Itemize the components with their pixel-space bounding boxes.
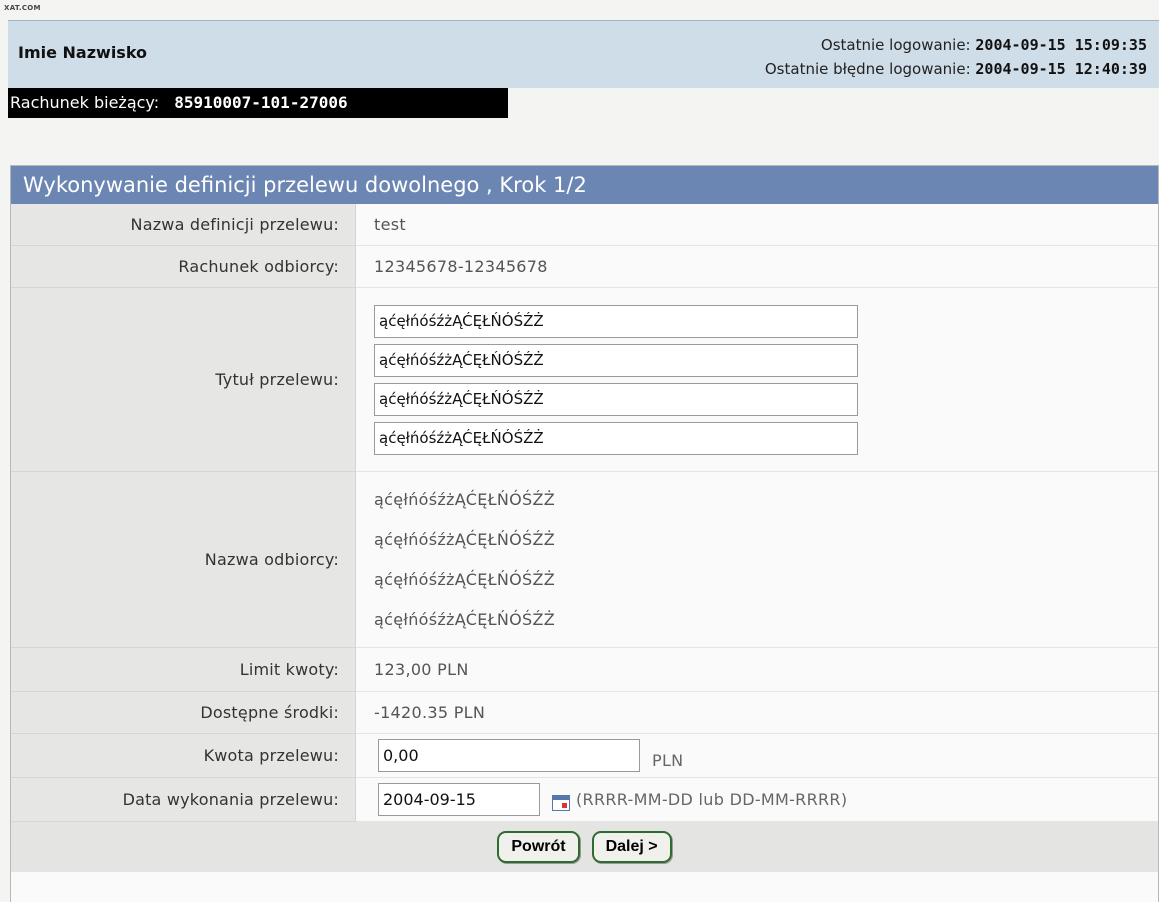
last-login-value: 2004-09-15 15:09:35 bbox=[975, 36, 1147, 54]
available-funds-label: Dostępne środki: bbox=[11, 692, 356, 734]
recipient-account-label: Rachunek odbiorcy: bbox=[11, 246, 356, 288]
recipient-name-line-4: ąćęłńóśźżĄĆĘŁŃÓŚŹŻ bbox=[374, 609, 556, 629]
login-info: Ostatnie logowanie: 2004-09-15 15:09:35 … bbox=[765, 33, 1147, 81]
account-label: Rachunek bieżący: bbox=[10, 93, 160, 112]
row-amount: Kwota przelewu: PLN bbox=[11, 734, 1158, 778]
transfer-title-input-3[interactable] bbox=[374, 382, 858, 416]
recipient-name-line-2: ąćęłńóśźżĄĆĘŁŃÓŚŹŻ bbox=[374, 529, 556, 549]
last-login-label: Ostatnie logowanie: bbox=[820, 36, 971, 54]
row-limit: Limit kwoty: 123,00 PLN bbox=[11, 648, 1158, 692]
account-bar: Rachunek bieżący: 85910007-101-27006 bbox=[8, 88, 508, 118]
row-available-funds: Dostępne środki: -1420.35 PLN bbox=[11, 692, 1158, 734]
definition-name-label: Nazwa definicji przelewu: bbox=[11, 204, 356, 246]
row-recipient-account: Rachunek odbiorcy: 12345678-12345678 bbox=[11, 246, 1158, 288]
execution-date-label: Data wykonania przelewu: bbox=[11, 778, 356, 822]
limit-label: Limit kwoty: bbox=[11, 648, 356, 692]
row-execution-date: Data wykonania przelewu: (RRRR-MM-DD lub… bbox=[11, 778, 1158, 822]
recipient-account-value: 12345678-12345678 bbox=[356, 246, 1158, 288]
recipient-name-lines: ąćęłńóśźżĄĆĘŁŃÓŚŹŻ ąćęłńóśźżĄĆĘŁŃÓŚŹŻ ąć… bbox=[356, 472, 1158, 648]
transfer-form: Wykonywanie definicji przelewu dowolnego… bbox=[10, 165, 1159, 902]
limit-value: 123,00 PLN bbox=[356, 648, 1158, 692]
transfer-title-fields bbox=[356, 288, 1158, 472]
recipient-name-line-3: ąćęłńóśźżĄĆĘŁŃÓŚŹŻ bbox=[374, 569, 556, 589]
user-name: Imie Nazwisko bbox=[18, 43, 148, 62]
transfer-title-input-1[interactable] bbox=[374, 304, 858, 338]
definition-name-value: test bbox=[356, 204, 1158, 246]
available-funds-value: -1420.35 PLN bbox=[356, 692, 1158, 734]
user-header: Imie Nazwisko Ostatnie logowanie: 2004-0… bbox=[8, 20, 1159, 88]
row-transfer-title: Tytuł przelewu: bbox=[11, 288, 1158, 472]
transfer-title-input-4[interactable] bbox=[374, 421, 858, 455]
execution-date-input[interactable] bbox=[378, 783, 540, 816]
row-recipient-name: Nazwa odbiorcy: ąćęłńóśźżĄĆĘŁŃÓŚŹŻ ąćęłń… bbox=[11, 472, 1158, 648]
last-failed-login-value: 2004-09-15 12:40:39 bbox=[975, 60, 1147, 78]
execution-date-wrap: (RRRR-MM-DD lub DD-MM-RRRR) bbox=[356, 778, 1158, 822]
last-login: Ostatnie logowanie: 2004-09-15 15:09:35 bbox=[765, 33, 1147, 57]
watermark: XAT.COM bbox=[4, 4, 41, 12]
amount-currency: PLN bbox=[652, 751, 684, 770]
calendar-icon[interactable] bbox=[552, 794, 570, 811]
last-failed-login: Ostatnie błędne logowanie: 2004-09-15 12… bbox=[765, 57, 1147, 81]
amount-input[interactable] bbox=[378, 739, 640, 772]
amount-field-wrap: PLN bbox=[356, 734, 1158, 778]
account-number: 85910007-101-27006 bbox=[174, 93, 348, 112]
transfer-title-label: Tytuł przelewu: bbox=[11, 288, 356, 472]
form-actions: Powrót Dalej > bbox=[11, 822, 1158, 872]
recipient-name-line-1: ąćęłńóśźżĄĆĘŁŃÓŚŹŻ bbox=[374, 489, 556, 509]
recipient-name-label: Nazwa odbiorcy: bbox=[11, 472, 356, 648]
back-button[interactable]: Powrót bbox=[497, 831, 580, 863]
date-format-hint: (RRRR-MM-DD lub DD-MM-RRRR) bbox=[576, 790, 848, 809]
last-failed-login-label: Ostatnie błędne logowanie: bbox=[764, 60, 971, 78]
next-button[interactable]: Dalej > bbox=[591, 831, 672, 863]
row-definition-name: Nazwa definicji przelewu: test bbox=[11, 204, 1158, 246]
amount-label: Kwota przelewu: bbox=[11, 734, 356, 778]
form-title: Wykonywanie definicji przelewu dowolnego… bbox=[11, 166, 1158, 204]
transfer-title-input-2[interactable] bbox=[374, 343, 858, 377]
